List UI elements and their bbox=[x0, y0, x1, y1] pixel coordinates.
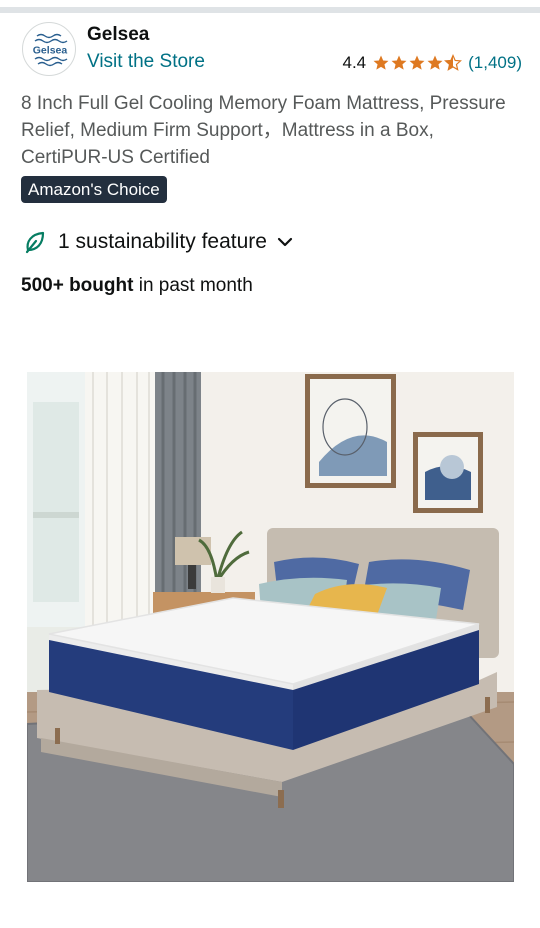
visit-store-link[interactable]: Visit the Store bbox=[87, 51, 205, 73]
brand-logo-graphic: Gelsea bbox=[33, 33, 68, 67]
top-bar bbox=[0, 0, 540, 14]
brand-logo-text: Gelsea bbox=[33, 45, 68, 57]
rating-value: 4.4 bbox=[342, 53, 367, 72]
star-icon bbox=[409, 55, 425, 70]
leaf-icon bbox=[25, 231, 45, 254]
star-rating bbox=[372, 54, 463, 72]
sustainability-label: 1 sustainability feature bbox=[58, 230, 267, 253]
brand-logo[interactable]: Gelsea bbox=[22, 22, 76, 76]
brand-name[interactable]: Gelsea bbox=[87, 24, 149, 46]
star-half-icon bbox=[444, 54, 463, 71]
star-icon bbox=[391, 55, 407, 70]
rating-count-link[interactable]: (1,409) bbox=[468, 53, 522, 73]
rating-summary[interactable]: 4.4 (1,409) bbox=[342, 53, 522, 73]
product-title: 8 Inch Full Gel Cooling Memory Foam Matt… bbox=[21, 93, 506, 168]
star-icon bbox=[427, 55, 443, 70]
purchase-count-bold: 500+ bought bbox=[21, 275, 134, 296]
star-icon bbox=[373, 55, 389, 70]
product-image[interactable] bbox=[27, 372, 514, 882]
brand-row: Gelsea Gelsea Visit the Store 4.4 (1,409… bbox=[20, 20, 522, 80]
purchase-count: 500+ bought in past month bbox=[21, 275, 253, 297]
amazons-choice-badge[interactable]: Amazon's Choice bbox=[21, 176, 167, 203]
sustainability-toggle[interactable]: 1 sustainability feature bbox=[22, 229, 295, 255]
purchase-count-rest: in past month bbox=[133, 275, 253, 296]
top-divider bbox=[0, 7, 540, 13]
chevron-down-icon bbox=[277, 237, 293, 247]
mattress-photo bbox=[27, 372, 514, 882]
